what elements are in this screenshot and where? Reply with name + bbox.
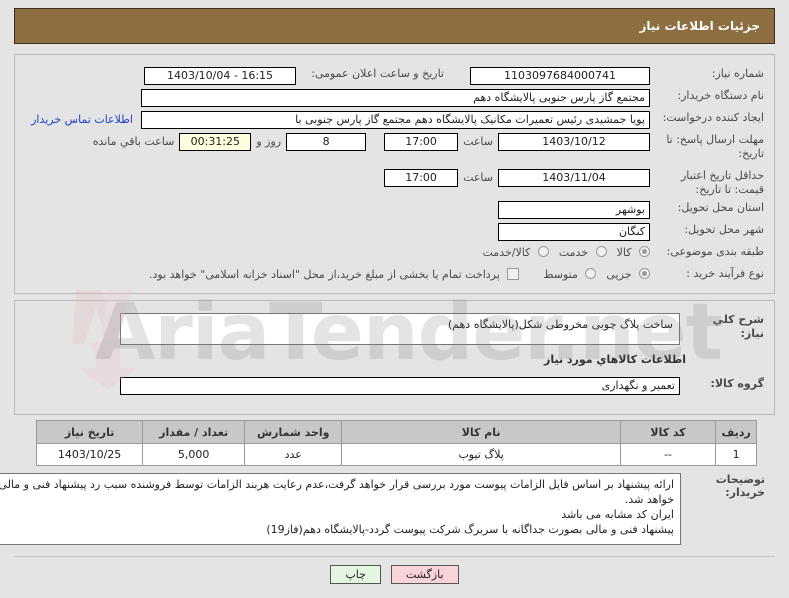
field-response-deadline: مهلت ارسال پاسخ: تا تاریخ: 1403/10/12 سا… (88, 133, 764, 161)
cell-unit: عدد (244, 443, 343, 466)
countdown-unit-label: ساعت باقي مانده (92, 135, 175, 148)
radio-category-both-label: کالا/خدمت (482, 245, 531, 259)
description-panel: شرح کلي نیاز: ساخت پلاگ چوبی مخروطی شکل(… (14, 300, 775, 415)
radio-process-motevaset[interactable]: متوسط (533, 267, 597, 281)
radio-category-khedmat-label: خدمت (558, 245, 589, 259)
delivery-city-input[interactable]: کنگان (498, 223, 650, 241)
cell-name: پلاگ تیوب (341, 443, 621, 466)
announce-date-input[interactable]: 16:15 - 1403/10/04 (144, 67, 296, 85)
checkbox-icon (507, 267, 520, 280)
items-panel: ردیف کد کالا نام کالا واحد شمارش تعداد /… (0, 415, 775, 555)
category-label: طبقه بندی موضوعی: (666, 245, 764, 258)
buyer-notes-label: توضیحات خریدار: (715, 473, 765, 499)
radio-icon (639, 267, 650, 279)
need-number-label: شماره نیاز: (711, 67, 764, 80)
col-name: نام کالا (341, 420, 621, 444)
radio-icon (537, 245, 549, 257)
creator-input[interactable]: پویا جمشیدی رئیس تعمیرات مکانیک پالایشگا… (141, 111, 650, 129)
delivery-province-input[interactable]: بوشهر (498, 201, 650, 219)
response-deadline-date-input[interactable]: 1403/10/12 (498, 133, 650, 151)
table-row[interactable]: 1 -- پلاگ تیوب عدد 5,000 1403/10/25 (35, 443, 757, 466)
checkbox-treasury-bonds-label: پرداخت تمام یا بخشی از مبلغ خرید،از محل … (149, 267, 500, 281)
price-validity-time-input[interactable]: 17:00 (384, 169, 459, 187)
delivery-city-label: شهر محل تحویل: (684, 223, 764, 236)
need-info-panel: شماره نیاز: 1103097684000741 تاریخ و ساع… (14, 54, 775, 294)
page-header: جزئیات اطلاعات نیاز (14, 8, 775, 44)
col-row: ردیف (715, 420, 757, 444)
col-need-date: تاریخ نیاز (35, 420, 144, 444)
delivery-province-label: استان محل تحویل: (677, 201, 764, 214)
table-header-row: ردیف کد کالا نام کالا واحد شمارش تعداد /… (35, 420, 757, 444)
field-process-type: نوع فرآیند خرید : جزیی متوسط پرداخت تمام… (139, 267, 764, 281)
col-unit: واحد شمارش (244, 420, 343, 444)
general-description-textarea[interactable]: ساخت پلاگ چوبی مخروطی شکل(پالایشگاه دهم) (120, 313, 680, 345)
response-deadline-time-unit: ساعت (463, 135, 493, 148)
response-deadline-label: مهلت ارسال پاسخ: تا تاریخ: (666, 133, 764, 160)
field-goods-group: گروه کالا: تعمیر و نگهداری (120, 377, 764, 395)
radio-process-jozi-label: جزیی (606, 267, 632, 281)
goods-group-input[interactable]: تعمیر و نگهداری (120, 377, 680, 395)
field-announce-date: تاریخ و ساعت اعلان عمومی: 16:15 - 1403/1… (144, 67, 444, 85)
buyer-notes-textarea[interactable]: ارائه پیشنهاد بر اساس فایل الزامات پیوست… (0, 473, 681, 545)
col-code: کد کالا (619, 420, 717, 444)
field-price-validity: حداقل تاریخ اعتبار قیمت: تا تاریخ: 1403/… (384, 169, 764, 197)
radio-category-both[interactable]: کالا/خدمت (473, 245, 549, 259)
creator-label: ایجاد کننده درخواست: (662, 111, 764, 124)
goods-section-title: اطلاعات کالاهاي مورد نیاز (544, 353, 686, 366)
radio-category-khedmat[interactable]: خدمت (549, 245, 607, 259)
field-general-description: شرح کلي نیاز: ساخت پلاگ چوبی مخروطی شکل(… (120, 313, 764, 345)
bottom-divider (14, 556, 775, 557)
cell-row: 1 (715, 443, 757, 466)
radio-category-kala-label: کالا (616, 245, 632, 259)
price-validity-time-unit: ساعت (463, 171, 493, 184)
announce-date-label: تاریخ و ساعت اعلان عمومی: (311, 67, 444, 80)
field-category: طبقه بندی موضوعی: کالا خدمت کالا/خدمت (473, 245, 765, 259)
radio-icon (585, 267, 597, 279)
countdown-timer: 00:31:25 (179, 133, 252, 151)
field-buyer-notes: توضیحات خریدار: ارائه پیشنهاد بر اساس فا… (0, 473, 765, 545)
page-title: جزئیات اطلاعات نیاز (639, 19, 760, 33)
cell-need-date: 1403/10/25 (35, 443, 144, 466)
radio-icon (595, 245, 607, 257)
field-delivery-city: شهر محل تحویل: کنگان (498, 223, 764, 241)
price-validity-date-input[interactable]: 1403/11/04 (498, 169, 650, 187)
checkbox-treasury-bonds[interactable]: پرداخت تمام یا بخشی از مبلغ خرید،از محل … (139, 267, 520, 281)
field-buyer-org: نام دستگاه خریدار: مجتمع گاز پارس جنوبی … (141, 89, 764, 107)
print-button[interactable]: چاپ (330, 565, 381, 584)
remaining-days-unit: روز و (256, 135, 282, 148)
field-need-number: شماره نیاز: 1103097684000741 (470, 67, 764, 85)
cell-qty: 5,000 (142, 443, 246, 466)
col-qty: تعداد / مقدار (142, 420, 246, 444)
response-deadline-time-input[interactable]: 17:00 (384, 133, 459, 151)
buyer-org-input[interactable]: مجتمع گاز پارس جنوبی پالایشگاه دهم (141, 89, 650, 107)
buyer-org-label: نام دستگاه خریدار: (677, 89, 764, 102)
radio-process-jozi[interactable]: جزیی (596, 267, 650, 281)
cell-code: -- (619, 443, 717, 466)
field-delivery-province: استان محل تحویل: بوشهر (498, 201, 764, 219)
buyer-contact-link[interactable]: اطلاعات تماس خریدار (31, 111, 133, 129)
remaining-days-input[interactable]: 8 (286, 133, 367, 151)
radio-category-kala[interactable]: کالا (607, 245, 650, 259)
general-description-label: شرح کلي نیاز: (712, 313, 764, 340)
process-type-label: نوع فرآیند خرید : (686, 267, 764, 280)
items-table: ردیف کد کالا نام کالا واحد شمارش تعداد /… (35, 420, 757, 466)
radio-icon (639, 245, 650, 257)
price-validity-label: حداقل تاریخ اعتبار قیمت: تا تاریخ: (680, 169, 764, 196)
radio-process-motevaset-label: متوسط (543, 267, 578, 281)
back-button[interactable]: بازگشت (390, 565, 459, 584)
action-button-bar: بازگشت چاپ (0, 565, 789, 584)
field-creator: ایجاد کننده درخواست: پویا جمشیدی رئیس تع… (31, 111, 764, 129)
need-number-input[interactable]: 1103097684000741 (470, 67, 650, 85)
goods-group-label: گروه کالا: (710, 377, 764, 390)
